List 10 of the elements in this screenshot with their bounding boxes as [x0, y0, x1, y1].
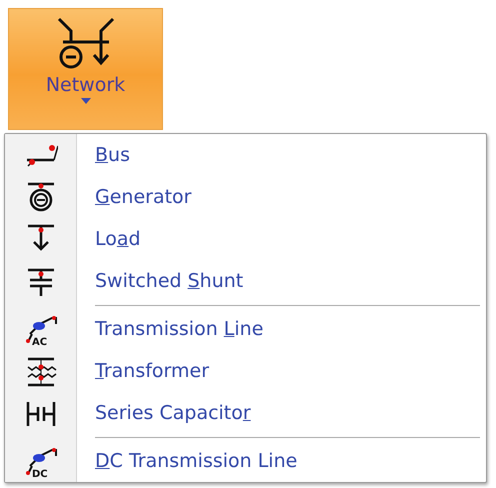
network-button[interactable]: Network: [8, 8, 163, 130]
menu-item[interactable]: Bus: [95, 140, 130, 170]
menu-item[interactable]: Series Capacitor: [95, 398, 251, 428]
menu-item[interactable]: Switched Shunt: [95, 266, 244, 296]
menu-item[interactable]: Transmission Line: [95, 314, 264, 344]
menu-item[interactable]: Transformer: [95, 356, 210, 386]
menu-item[interactable]: Load: [95, 224, 141, 254]
caret-icon: [80, 98, 90, 104]
menu-item[interactable]: Generator: [95, 182, 192, 212]
menu-item[interactable]: DC Transmission Line: [95, 446, 298, 476]
